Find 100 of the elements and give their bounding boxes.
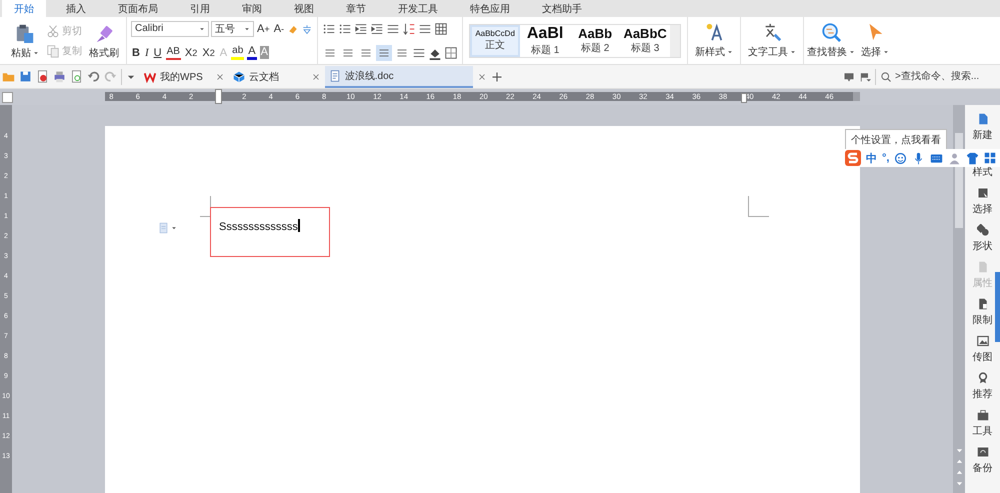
side-panel-item[interactable]: 工具 (972, 401, 992, 438)
menu-tab[interactable]: 特色应用 (458, 0, 522, 17)
menu-tab[interactable]: 开发工具 (386, 0, 450, 17)
border-icon[interactable] (444, 46, 458, 60)
style-item[interactable]: AaBbC 标题 3 (620, 24, 670, 56)
document-icon (976, 261, 988, 273)
crop-mark (200, 196, 211, 217)
menu-tab[interactable]: 审阅 (230, 0, 274, 17)
scissors-icon (46, 24, 60, 38)
text-tool-button[interactable]: 文字工具 (741, 17, 804, 64)
grid-icon[interactable] (984, 152, 996, 164)
table-icon[interactable] (434, 22, 448, 36)
style-item[interactable]: AaBbCcDd 正文 (470, 24, 520, 56)
find-tool-button[interactable]: 查找替换 (804, 17, 858, 64)
tab-stop-selector[interactable] (2, 92, 13, 102)
strikethrough-button[interactable]: AB (166, 46, 181, 60)
side-panel-item[interactable]: 新建 (972, 105, 992, 142)
menu-tab[interactable]: 文档助手 (530, 0, 594, 17)
indent-icon[interactable] (370, 22, 384, 36)
cube-icon (232, 70, 245, 82)
text-cursor (298, 219, 300, 232)
align-right-icon (360, 46, 372, 58)
font-size-field[interactable]: 五号 (211, 20, 254, 36)
flag-icon[interactable] (859, 70, 871, 82)
save-icon[interactable] (19, 70, 32, 83)
numbered-list-icon[interactable] (338, 22, 352, 36)
style-tool-button[interactable]: 新样式 (688, 17, 742, 64)
document-tab[interactable]: 波浪线.doc (324, 66, 473, 88)
menu-tab[interactable]: 插入 (54, 0, 98, 17)
search-icon (880, 70, 892, 82)
close-icon[interactable] (214, 72, 225, 82)
style-item[interactable]: AaBb 标题 2 (570, 24, 620, 56)
justify-icon (378, 46, 390, 58)
comment-icon[interactable] (843, 70, 855, 82)
scrollbar[interactable] (953, 105, 965, 493)
side-panel-item[interactable]: 样式 (972, 142, 992, 179)
sort-icon[interactable] (402, 22, 416, 36)
input-mode-toggle[interactable]: 中 (866, 150, 877, 166)
italic-button[interactable]: I (144, 44, 150, 60)
underline-button[interactable]: U (152, 44, 163, 60)
font-name-field[interactable]: Calibri (131, 20, 209, 36)
collapse-handle[interactable] (995, 272, 1000, 342)
indent-marker[interactable] (215, 89, 222, 104)
tooltip: 个性设置，点我看看 (845, 129, 947, 151)
smiley-icon[interactable] (894, 152, 908, 164)
caret-icon[interactable] (171, 225, 177, 231)
ruler-margin (853, 92, 860, 101)
close-icon[interactable] (310, 72, 321, 82)
side-panel-item[interactable]: 传图 (972, 327, 992, 364)
toolbox-icon (976, 409, 988, 421)
justify-button[interactable] (376, 44, 392, 60)
keyboard-icon[interactable] (930, 152, 944, 164)
backup-icon (976, 446, 988, 458)
distribute-icon (396, 46, 408, 58)
style-item[interactable]: AaBl 标题 1 (520, 24, 570, 56)
menu-tab[interactable]: 页面布局 (106, 0, 170, 17)
person-icon[interactable] (948, 152, 962, 164)
close-icon[interactable] (476, 72, 487, 82)
select-tool-button[interactable]: 选择 (858, 17, 892, 64)
format-painter-button[interactable]: 格式刷 (86, 22, 122, 60)
search-field[interactable]: >查找命令、搜索... (880, 70, 1000, 82)
document-tab[interactable]: 我的WPS (140, 66, 211, 88)
pinyin-icon[interactable] (301, 22, 314, 34)
highlight-button[interactable]: ab (231, 45, 244, 60)
caret-icon (727, 49, 734, 55)
menu-tab[interactable]: 视图 (282, 0, 326, 17)
bullet-list-icon[interactable] (322, 22, 336, 36)
side-panel-item[interactable]: 备份 (972, 438, 992, 475)
outdent-icon[interactable] (354, 22, 368, 36)
document-tab[interactable]: 云文档 (228, 66, 307, 88)
side-panel-item[interactable]: 选择 (972, 179, 992, 216)
menu-tab[interactable]: 开始 (2, 0, 46, 17)
text-box[interactable]: Ssssssssssssss (210, 207, 330, 257)
margin-marker[interactable] (741, 93, 747, 103)
side-panel-item[interactable]: 推荐 (972, 364, 992, 401)
bold-button[interactable]: B (131, 44, 141, 60)
shirt-icon[interactable] (966, 152, 980, 164)
menu-tab[interactable]: 引用 (178, 0, 222, 17)
caret-icon (790, 49, 796, 55)
paste-button[interactable]: 粘贴 (8, 22, 42, 60)
punctuation-toggle[interactable]: °, (882, 152, 890, 164)
copy-icon (46, 44, 60, 58)
new-style-icon (704, 22, 724, 42)
s-logo-icon[interactable] (845, 150, 861, 166)
undo-icon[interactable] (87, 70, 100, 83)
font-color-button[interactable]: A (247, 45, 257, 60)
plus-icon[interactable] (490, 70, 503, 82)
align-center-icon (342, 46, 354, 58)
side-panel-item[interactable]: 形状 (972, 216, 992, 253)
align-left-icon (324, 46, 336, 58)
menu-tab[interactable]: 章节 (334, 0, 378, 17)
document-icon (976, 113, 988, 125)
lock-icon (976, 298, 988, 310)
printer-icon[interactable] (53, 70, 66, 83)
image-icon (976, 335, 988, 347)
caret-icon (849, 49, 856, 55)
side-panel-item[interactable]: 限制 (972, 290, 992, 327)
caret-icon (244, 26, 250, 32)
pdf-icon[interactable] (36, 70, 49, 83)
print-preview-icon[interactable] (70, 70, 83, 83)
